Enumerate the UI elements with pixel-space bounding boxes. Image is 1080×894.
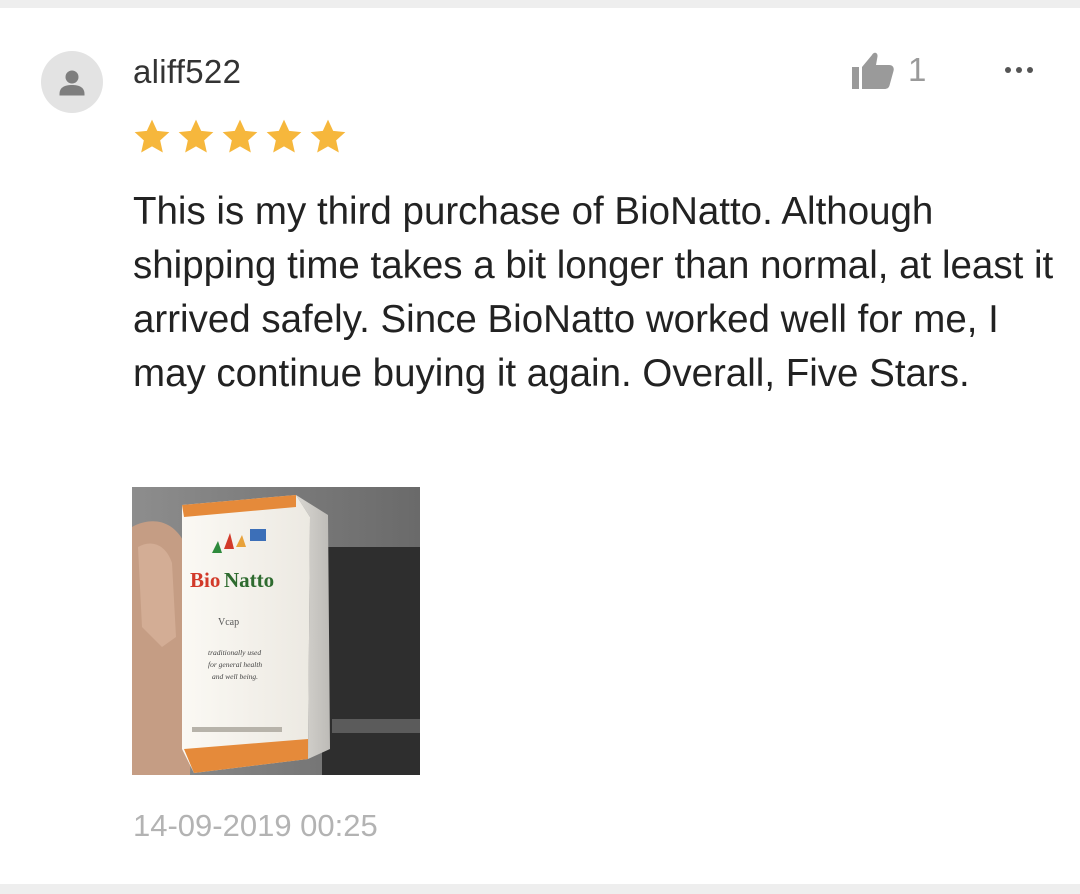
star-icon xyxy=(310,119,346,153)
photo-brand-prefix: Bio xyxy=(190,568,220,592)
thumbs-up-icon[interactable] xyxy=(850,48,896,92)
star-icon xyxy=(134,119,170,153)
review-timestamp: 14-09-2019 00:25 xyxy=(133,808,378,843)
top-divider xyxy=(0,0,1080,8)
photo-sub-text: Vcap xyxy=(218,617,239,628)
photo-tagline-2: for general health xyxy=(208,660,262,669)
star-icon xyxy=(222,119,258,153)
user-silhouette-icon xyxy=(59,70,85,96)
review-photo[interactable]: Bio Natto Vcap traditionally used for ge… xyxy=(132,487,420,775)
more-horizontal-icon[interactable] xyxy=(998,56,1042,84)
star-icon xyxy=(266,119,302,153)
like-count: 1 xyxy=(908,51,927,88)
photo-tagline-1: traditionally used xyxy=(208,648,261,657)
like-button[interactable]: 1 xyxy=(850,48,926,92)
product-photo-image: Bio Natto Vcap traditionally used for ge… xyxy=(132,487,420,775)
review-text: This is my third purchase of BioNatto. A… xyxy=(133,190,1054,395)
star-rating xyxy=(132,117,348,157)
photo-brand-suffix: Natto xyxy=(224,568,274,592)
photo-tagline-3: and well being. xyxy=(212,672,258,681)
username[interactable]: aliff522 xyxy=(133,52,241,92)
bottom-divider xyxy=(0,884,1080,894)
star-icon xyxy=(178,119,214,153)
avatar[interactable] xyxy=(41,51,103,113)
